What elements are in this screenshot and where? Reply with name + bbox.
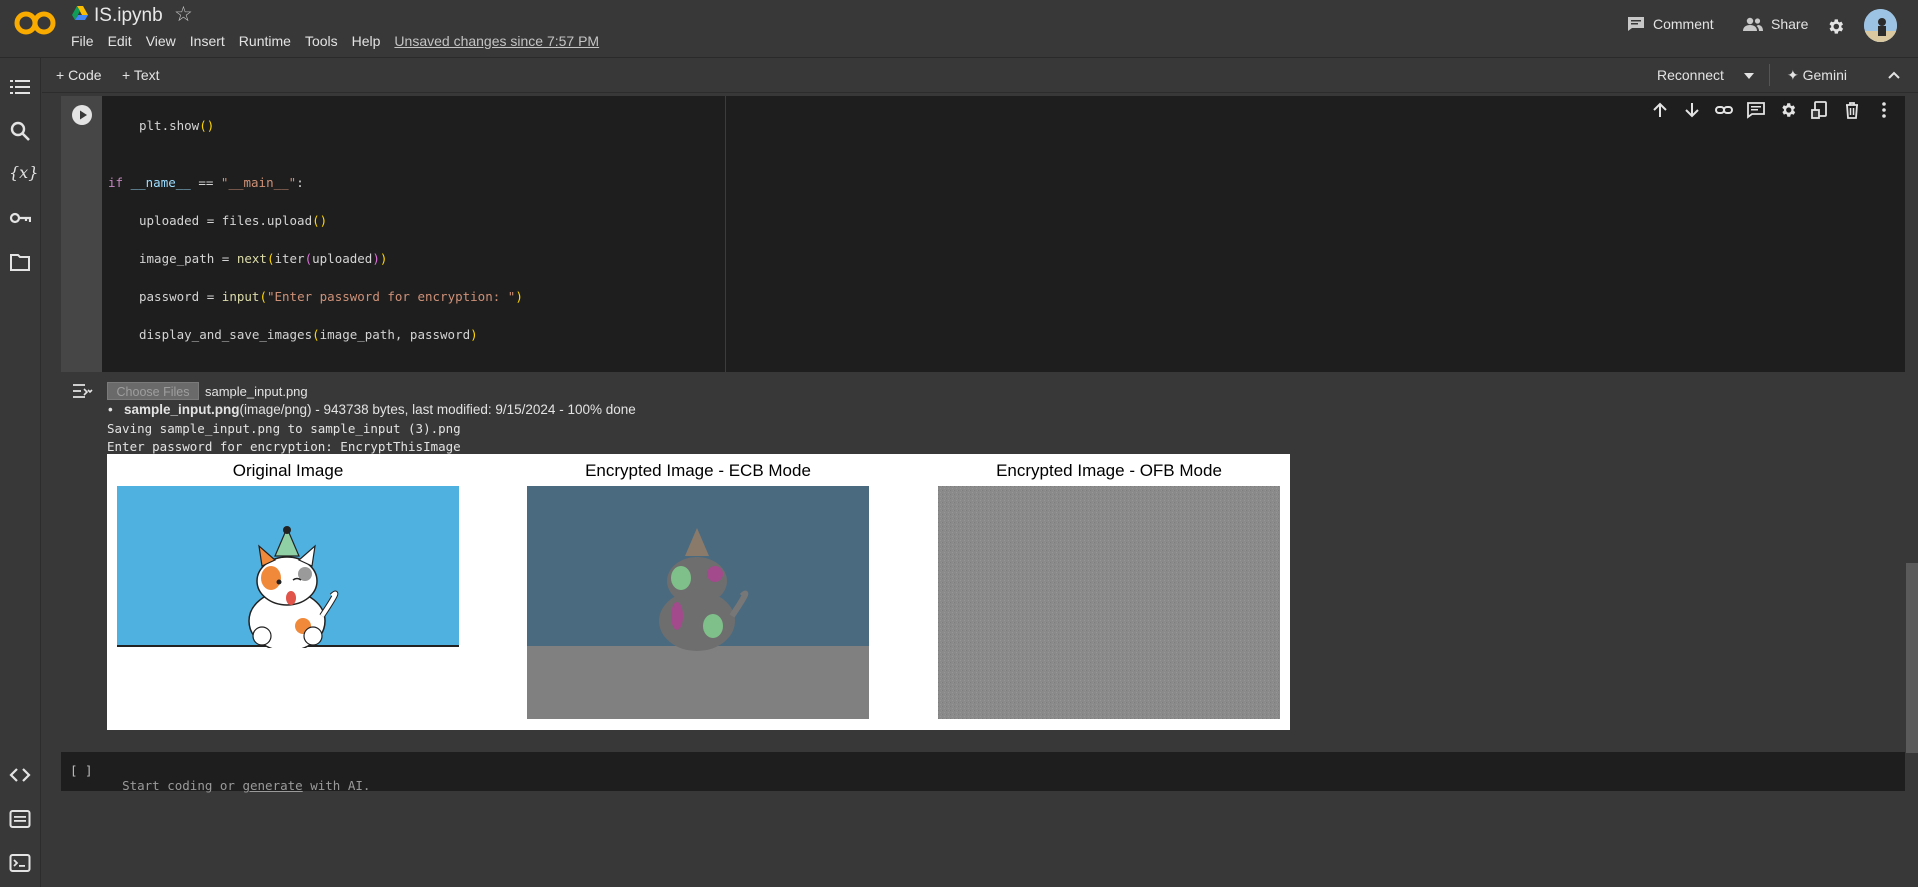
cell-brackets: [ ]	[70, 763, 93, 778]
drive-icon[interactable]	[72, 6, 88, 20]
upload-status: • sample_input.png(image/png) - 943738 b…	[108, 402, 636, 417]
password-prompt-text: Enter password for encryption: EncryptTh…	[107, 439, 461, 454]
code-line: display_and_save_images(image_path, pass…	[139, 327, 478, 342]
star-icon[interactable]: ☆	[174, 2, 193, 27]
play-icon	[80, 110, 87, 120]
delete-icon[interactable]	[1843, 101, 1861, 119]
settings-icon[interactable]	[1779, 101, 1797, 119]
menu-view[interactable]: View	[146, 33, 176, 49]
move-down-icon[interactable]	[1683, 101, 1701, 119]
comment-button[interactable]: Comment	[1627, 16, 1714, 32]
saving-text: Saving sample_input.png to sample_input …	[107, 421, 461, 436]
menu-file[interactable]: File	[71, 33, 94, 49]
unsaved-changes-link[interactable]: Unsaved changes since 7:57 PM	[394, 33, 599, 49]
terminal-icon[interactable]	[9, 852, 31, 874]
matplotlib-figure: Original Image Encrypted Image - ECB Mod…	[107, 454, 1290, 730]
app-header: IS.ipynb ☆ File Edit View Insert Runtime…	[0, 0, 1918, 58]
code-line: uploaded = files.upload()	[139, 213, 328, 228]
link-icon[interactable]	[1715, 101, 1733, 119]
figure-title-ofb: Encrypted Image - OFB Mode	[996, 461, 1222, 480]
add-text-button[interactable]: + Text	[122, 67, 160, 83]
menu-tools[interactable]: Tools	[305, 33, 338, 49]
reconnect-button[interactable]: Reconnect	[1657, 67, 1724, 83]
gemini-button[interactable]: ✦ Gemini	[1787, 67, 1847, 84]
left-sidebar: {𝑥}	[0, 58, 41, 887]
ofb-encrypted-image	[938, 486, 1280, 719]
menu-insert[interactable]: Insert	[190, 33, 225, 49]
table-of-contents-icon[interactable]	[9, 76, 31, 98]
figure-title-original: Original Image	[232, 461, 344, 480]
code-ruler	[725, 96, 726, 372]
toolbar-divider	[1769, 64, 1770, 86]
more-vert-icon[interactable]	[1875, 101, 1893, 119]
mirror-cell-icon[interactable]	[1811, 101, 1829, 119]
choose-files-button[interactable]: Choose Files	[107, 382, 199, 400]
avatar[interactable]	[1864, 9, 1897, 42]
comment-label: Comment	[1653, 16, 1714, 32]
command-palette-icon[interactable]	[9, 808, 31, 830]
cell-gutter	[61, 96, 102, 372]
code-snippets-icon[interactable]	[9, 764, 31, 786]
notebook-title[interactable]: IS.ipynb	[94, 5, 163, 27]
original-image	[117, 486, 459, 648]
scrollbar[interactable]	[1906, 563, 1918, 753]
menu-bar: File Edit View Insert Runtime Tools Help…	[71, 33, 613, 49]
chevron-down-icon[interactable]	[1744, 73, 1754, 79]
key-icon[interactable]	[9, 207, 31, 229]
code-line: if __name__ == "__main__":	[108, 175, 304, 190]
share-button[interactable]: Share	[1743, 16, 1808, 32]
notebook-toolbar: + Code + Text Reconnect ✦ Gemini	[42, 58, 1918, 93]
code-line: image_path = next(iter(uploaded))	[139, 251, 388, 266]
colab-logo[interactable]	[14, 10, 56, 36]
figure-title-ecb: Encrypted Image - ECB Mode	[585, 461, 811, 480]
menu-runtime[interactable]: Runtime	[239, 33, 291, 49]
menu-edit[interactable]: Edit	[108, 33, 132, 49]
folder-icon[interactable]	[9, 251, 31, 273]
uploaded-file-info: (image/png) - 943738 bytes, last modifie…	[239, 402, 636, 417]
sparkle-icon: ✦	[1787, 67, 1803, 83]
share-label: Share	[1771, 16, 1809, 32]
chosen-file-name: sample_input.png	[205, 384, 308, 399]
ecb-encrypted-image	[527, 486, 869, 719]
output-actions-icon[interactable]	[72, 382, 94, 400]
empty-cell-placeholder: Start coding or generate with AI.	[107, 763, 370, 793]
placeholder-pre: Start coding or	[122, 778, 243, 793]
move-up-icon[interactable]	[1651, 101, 1669, 119]
run-cell-button[interactable]	[72, 105, 92, 125]
menu-help[interactable]: Help	[352, 33, 381, 49]
generate-link[interactable]: generate	[242, 778, 302, 793]
chevron-up-icon[interactable]	[1888, 71, 1900, 79]
uploaded-file-name: sample_input.png	[123, 402, 240, 417]
code-line: password = input("Enter password for enc…	[139, 289, 523, 304]
add-code-button[interactable]: + Code	[56, 67, 102, 83]
gear-icon[interactable]	[1826, 17, 1845, 36]
code-line: plt.show()	[139, 118, 215, 133]
comment-icon[interactable]	[1747, 101, 1765, 119]
comment-icon	[1628, 17, 1644, 31]
variables-icon[interactable]: {𝑥}	[9, 163, 38, 185]
people-icon	[1743, 17, 1763, 31]
search-icon[interactable]	[9, 120, 31, 142]
gemini-label: Gemini	[1802, 67, 1847, 83]
bullet: •	[108, 402, 124, 417]
placeholder-post: with AI.	[302, 778, 371, 793]
